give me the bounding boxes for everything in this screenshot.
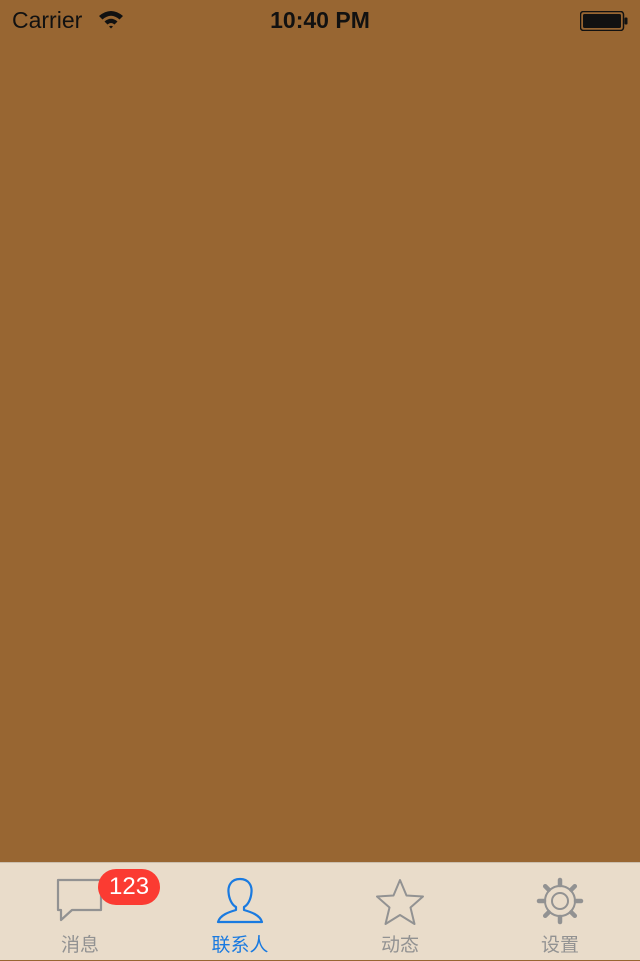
tab-settings[interactable]: 设置 bbox=[480, 863, 640, 961]
tab-messages[interactable]: 123 消息 bbox=[0, 863, 161, 961]
gear-icon bbox=[536, 877, 584, 930]
star-icon bbox=[374, 877, 426, 932]
tab-moments[interactable]: 动态 bbox=[320, 863, 480, 961]
person-icon bbox=[215, 877, 265, 930]
tab-label-messages: 消息 bbox=[60, 935, 99, 956]
main-content-area bbox=[0, 40, 640, 862]
tab-contacts[interactable]: 联系人 bbox=[160, 863, 320, 961]
unread-count-badge: 123 bbox=[98, 869, 161, 905]
tab-label-settings: 设置 bbox=[540, 935, 579, 956]
tab-label-moments: 动态 bbox=[380, 935, 419, 956]
battery-full-icon bbox=[579, 10, 628, 36]
tab-label-contacts: 联系人 bbox=[211, 935, 269, 956]
status-bar: Carrier 10:40 PM bbox=[0, 0, 640, 40]
clock-time: 10:40 PM bbox=[270, 7, 370, 33]
tab-bar: 123 消息 联系人 动态 设置 bbox=[0, 862, 640, 960]
